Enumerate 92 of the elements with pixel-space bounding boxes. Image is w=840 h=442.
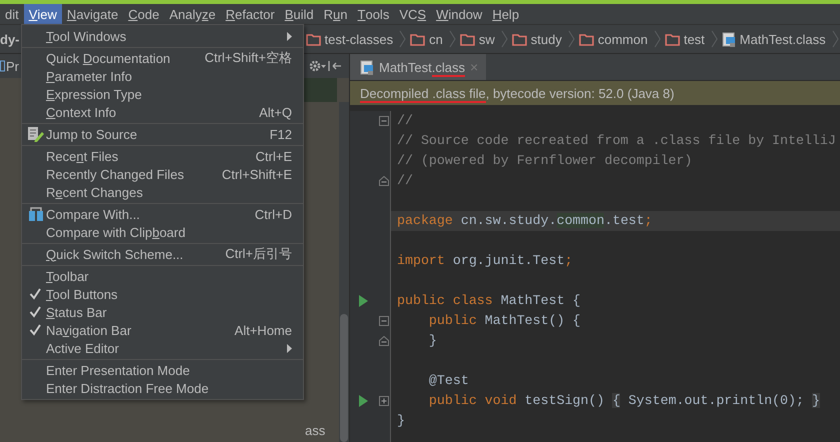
submenu-arrow-icon [287,32,292,40]
menu-shortcut: Alt+Home [234,322,292,338]
menu-title[interactable]: Help [487,4,524,24]
menu-title[interactable]: Window [431,4,488,24]
breadcrumb[interactable]: test [660,32,711,46]
menu-item[interactable]: Parameter Info [22,67,303,85]
submenu-arrow-icon [287,344,292,352]
chevron-icon [710,30,718,48]
menu-shortcut: F12 [270,126,292,142]
menu-title[interactable]: Tools [352,4,394,24]
menu-title[interactable]: Code [123,4,164,24]
settings-icon [308,59,326,73]
chevron-icon [448,30,456,48]
menu-item[interactable]: Recent Files Ctrl+E [22,147,303,165]
menu-item[interactable]: Status Bar [22,303,303,321]
folder-icon [512,32,527,46]
project-crumb[interactable]: dy- [0,32,20,46]
menu-item[interactable]: Recently Changed Files Ctrl+Shift+E [22,165,303,183]
breadcrumb[interactable]: study [508,32,568,46]
scrollbar[interactable] [339,102,349,442]
fold-icon[interactable] [379,176,389,186]
notification-text: Decompiled .class file, bytecode version: 52.0 (Java 8) [360,86,674,100]
chevron-icon [500,30,508,48]
menu-shortcut: Ctrl+D [254,206,292,222]
menu-item[interactable]: Enter Presentation Mode [22,361,303,379]
pencil-document-icon [27,126,44,142]
editor-tab[interactable]: MathTest.class × [350,54,486,80]
fold-icon[interactable] [379,336,389,346]
menu-item[interactable]: Expression Type [22,85,303,103]
folder-icon [664,32,680,46]
menu-item[interactable]: Enter Distraction Free Mode [22,379,303,397]
menu-title[interactable]: dit [0,4,24,24]
run-icon[interactable] [358,394,369,408]
menu-item[interactable]: Toolbar [22,267,303,285]
menu-item[interactable]: Jump to Source F12 [22,125,303,143]
menu-item[interactable]: Navigation Bar Alt+Home [22,321,303,339]
code-line: // Source code recreated from a .class file by IntelliJ [396,132,837,150]
code-line: import org.junit.Test; [396,252,574,270]
menu-title[interactable]: Navigate [62,4,124,24]
menu-item[interactable]: Compare with Clipboard [22,223,303,241]
chevron-icon [568,30,575,48]
breadcrumb[interactable]: common [574,32,654,46]
chevron-icon [654,30,661,48]
menu-item[interactable]: Tool Buttons [22,285,303,303]
menu-title[interactable]: VCS [394,4,432,24]
menu-item[interactable]: Compare With... Ctrl+D [22,205,303,223]
code-line: } [428,332,438,350]
breadcrumb[interactable]: MathTest.class [718,32,832,46]
code-line: public void testSign() { System.out.println(0); } [428,392,821,410]
run-icon[interactable] [358,294,369,308]
menu-title[interactable]: Refactor [220,4,280,24]
menu-title[interactable]: Run [318,4,353,24]
code-line: public MathTest() { [428,312,582,330]
breadcrumb[interactable]: test-classes [302,32,400,46]
panel-title[interactable]: Pr [6,58,19,74]
menu-item[interactable]: Quick Documentation Ctrl+Shift+空格 [22,49,303,67]
class-file-icon [722,32,736,46]
menu-shortcut: Ctrl+E [256,148,292,164]
menu-item[interactable]: Recent Changes [22,183,303,201]
fold-icon[interactable] [379,316,389,326]
menu-item[interactable]: Quick Switch Scheme... Ctrl+后引号 [22,245,303,263]
menu-shortcut: Ctrl+Shift+E [222,166,292,182]
code-line: public class MathTest { [396,292,582,310]
menu-item[interactable]: Context Info Alt+Q [22,103,303,121]
folder-icon [410,32,426,46]
menu-item[interactable]: Tool Windows [22,27,303,45]
menu-item[interactable]: Active Editor [22,339,303,357]
class-file-icon [360,60,374,74]
folder-icon [578,32,594,46]
code-line: // [396,172,414,190]
code-line: @Test [428,372,470,390]
code-line: } [396,412,406,430]
breadcrumb[interactable]: cn [406,32,449,46]
folder-icon [306,32,320,46]
menu-title[interactable]: View [24,4,62,24]
menu-shortcut: Ctrl+后引号 [225,245,292,263]
compare-icon [28,206,44,222]
menu-title[interactable]: Build [280,4,319,24]
expand-icon[interactable] [379,396,389,406]
chevron-icon [399,30,406,48]
chevron-icon [832,30,839,48]
fold-icon[interactable] [379,116,389,126]
tree-item[interactable]: ass [305,423,339,438]
collapse-icon[interactable] [327,59,343,73]
code-line: // (powered by Fernflower decompiler) [396,152,694,170]
panel-icon [0,59,5,73]
folder-icon [460,32,475,46]
menu-title[interactable]: Analyze [164,4,221,24]
code-line: // [396,112,414,130]
menu-shortcut: Ctrl+Shift+空格 [204,49,292,67]
menu-shortcut: Alt+Q [259,104,292,120]
breadcrumb[interactable]: sw [456,32,501,46]
